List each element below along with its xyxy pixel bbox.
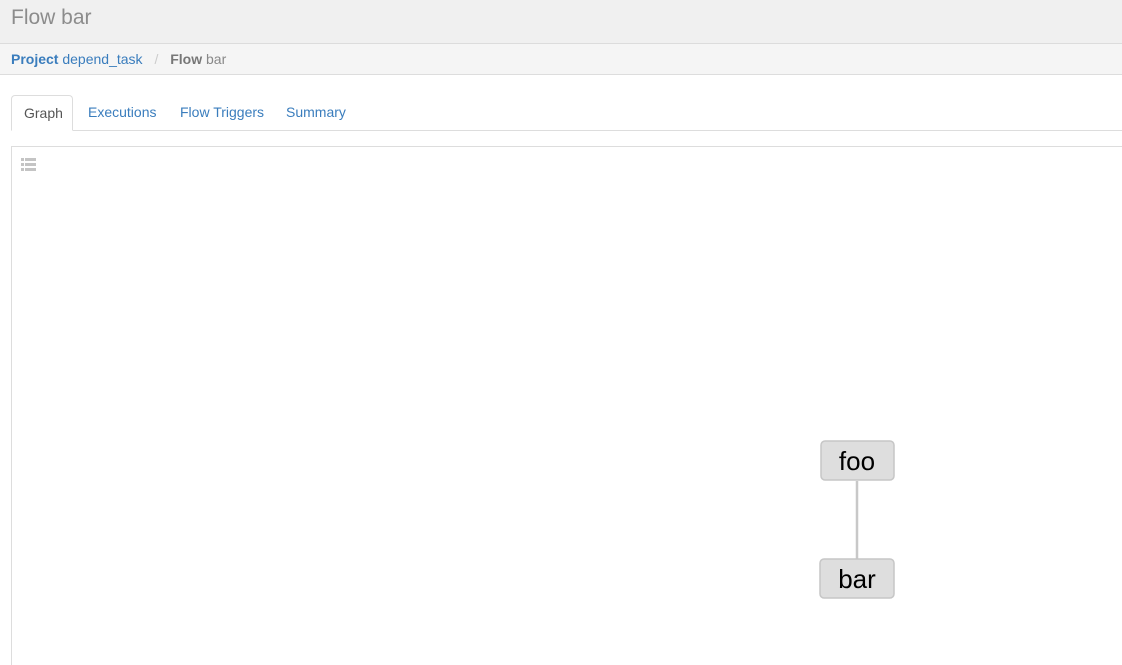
breadcrumb-flow: Flow bar bbox=[170, 51, 226, 67]
tab-summary[interactable]: Summary bbox=[274, 95, 358, 130]
tab-graph[interactable]: Graph bbox=[11, 95, 73, 131]
breadcrumb: Project depend_task / Flow bar bbox=[11, 51, 226, 67]
breadcrumb-project-link[interactable]: Project depend_task bbox=[11, 51, 146, 67]
tab-flow-triggers[interactable]: Flow Triggers bbox=[168, 95, 276, 130]
graph-panel: foo bar bbox=[11, 146, 1122, 665]
breadcrumb-flow-name: bar bbox=[206, 51, 227, 67]
graph-node-bar[interactable]: bar bbox=[819, 558, 895, 599]
graph-node-foo[interactable]: foo bbox=[820, 440, 895, 481]
breadcrumb-bar: Project depend_task / Flow bar bbox=[0, 44, 1122, 75]
flow-graph: foo bar bbox=[819, 440, 895, 599]
breadcrumb-separator: / bbox=[154, 51, 159, 67]
node-label: foo bbox=[839, 446, 875, 476]
breadcrumb-project-key: Project bbox=[11, 51, 59, 67]
breadcrumb-flow-key: Flow bbox=[170, 51, 203, 67]
node-label: bar bbox=[838, 564, 876, 594]
tab-executions[interactable]: Executions bbox=[76, 95, 168, 130]
flow-tabs: Graph Executions Flow Triggers Summary bbox=[11, 95, 1122, 131]
page-header: Flow bar bbox=[0, 0, 1122, 44]
breadcrumb-project-name: depend_task bbox=[62, 51, 143, 67]
page-title: Flow bar bbox=[11, 6, 92, 29]
